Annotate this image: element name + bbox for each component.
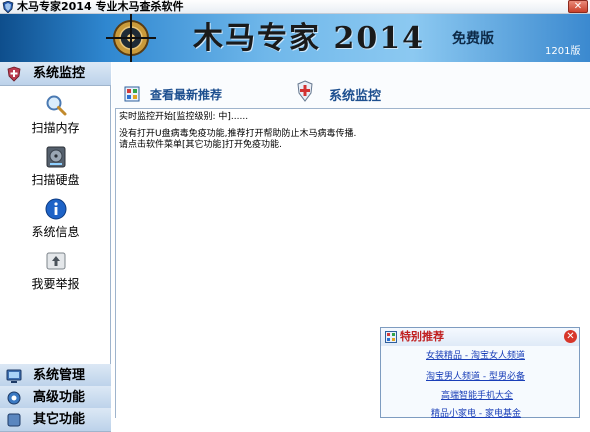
sidebar-item-label: 扫描内存 [31,121,80,135]
info-icon [45,198,67,220]
crosshair-emblem-icon [106,14,156,62]
monitor-icon [6,369,22,383]
magnifier-icon [46,95,67,116]
sidebar: 系统监控 扫描内存 扫描硬盘 系统信息 我要举报 系统管理 高级功能 其它功能 [0,62,111,432]
sidebar-header-label: 系统监控 [33,66,86,81]
version-label: 1201版 [545,46,581,57]
log-line: 请点击软件菜单[其它功能]打开免疫功能. [119,140,282,150]
sidebar-section-other[interactable]: 其它功能 [0,408,111,432]
sidebar-section-label: 其它功能 [33,412,86,427]
grid-icon [385,331,397,343]
sidebar-item-label: 系统信息 [31,225,80,239]
title-bar: 木马专家2014 专业木马查杀软件 ✕ [0,0,590,14]
sidebar-item-label: 扫描硬盘 [31,173,80,187]
tab-system-monitor-label: 系统监控 [329,89,382,104]
hard-disk-icon [46,146,66,168]
popup-header: 特别推荐 ✕ [381,328,579,346]
popup-title: 特别推荐 [400,330,444,343]
content-toolbar: 查看最新推荐 系统监控 [112,62,590,108]
popup-close-button[interactable]: ✕ [564,330,577,343]
sidebar-item-system-info[interactable]: 系统信息 [0,196,111,244]
popup-link[interactable]: 女装精品 - 淘宝女人频道 [426,351,525,362]
popup-link[interactable]: 高端智能手机大全 [441,391,513,402]
app-shield-icon [2,1,14,13]
window-close-button[interactable]: ✕ [568,0,588,13]
sidebar-item-scan-memory[interactable]: 扫描内存 [0,92,111,140]
header-banner: 木马专家 2014 免费版 1201版 [0,14,590,62]
sidebar-item-report[interactable]: 我要举报 [0,248,111,296]
sidebar-header-monitor[interactable]: 系统监控 [0,62,111,86]
report-icon [46,252,66,270]
tools-icon [7,413,21,427]
log-line: 实时监控开始[监控级别: 中]...... [119,112,249,122]
log-line: 没有打开U盘病毒免疫功能,推荐打开帮助防止木马病毒传播. [119,129,357,139]
sidebar-section-system-management[interactable]: 系统管理 [0,364,111,388]
sidebar-section-label: 系统管理 [33,368,86,383]
shield-plus-icon [7,66,21,82]
grid-icon [124,86,140,102]
gear-icon [7,391,21,405]
tab-latest-recommendations-label: 查看最新推荐 [150,88,223,102]
sidebar-section-advanced[interactable]: 高级功能 [0,386,111,410]
popup-link[interactable]: 精品小家电 - 家电基金 [431,409,521,420]
sidebar-item-scan-disk[interactable]: 扫描硬盘 [0,144,111,192]
edition-label: 免费版 [452,31,494,47]
shield-cross-icon [297,80,313,102]
recommendation-popup: 特别推荐 ✕ 女装精品 - 淘宝女人频道 淘宝男人频道 - 型男必备 高端智能手… [380,327,580,420]
popup-link[interactable]: 淘宝男人频道 - 型男必备 [426,372,525,383]
sidebar-section-label: 高级功能 [33,390,86,405]
sidebar-item-label: 我要举报 [31,277,80,291]
banner-title: 木马专家 2014 [193,21,425,56]
window-title: 木马专家2014 专业木马查杀软件 [17,0,184,13]
